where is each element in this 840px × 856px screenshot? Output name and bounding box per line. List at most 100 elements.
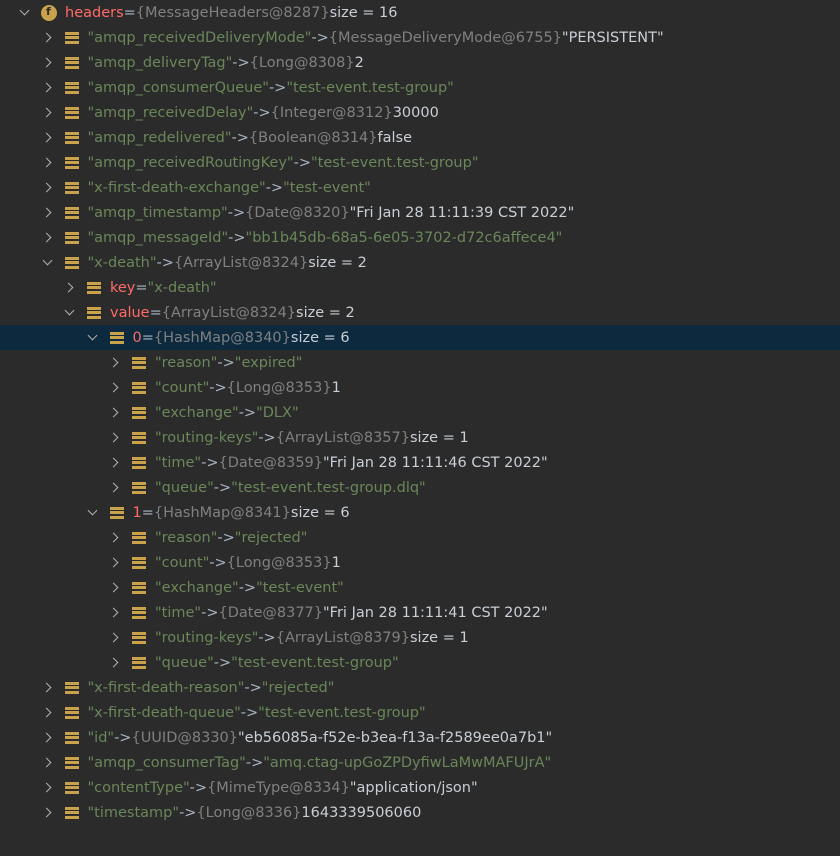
chevron-right-icon[interactable] <box>65 283 75 293</box>
tree-row[interactable]: headers = {MessageHeaders@8287} size = 1… <box>0 0 840 25</box>
chevron-right-icon[interactable] <box>110 533 120 543</box>
chevron-right-icon[interactable] <box>110 658 120 668</box>
entry-key: "x-first-death-reason" <box>87 679 245 696</box>
entry-key: "x-first-death-exchange" <box>87 179 266 196</box>
tree-row[interactable]: "count" -> {Long@8353} 1 <box>0 550 840 575</box>
entry-separator: -> <box>189 779 208 796</box>
chevron-right-icon[interactable] <box>43 108 53 118</box>
map-entry-icon <box>131 530 147 546</box>
chevron-right-icon[interactable] <box>110 458 120 468</box>
chevron-right-icon[interactable] <box>43 158 53 168</box>
map-entry-icon <box>109 505 125 521</box>
tree-row[interactable]: "exchange" -> "DLX" <box>0 400 840 425</box>
entry-separator: -> <box>201 604 219 621</box>
entry-type: {ArrayList@8379} <box>275 629 410 646</box>
chevron-down-icon[interactable] <box>20 8 30 18</box>
entry-type: {HashMap@8340} <box>153 329 291 346</box>
tree-row[interactable]: "count" -> {Long@8353} 1 <box>0 375 840 400</box>
tree-row[interactable]: "amqp_receivedRoutingKey" -> "test-event… <box>0 150 840 175</box>
chevron-right-icon[interactable] <box>110 608 120 618</box>
tree-row[interactable]: value = {ArrayList@8324} size = 2 <box>0 300 840 325</box>
map-entry-icon <box>86 280 102 296</box>
chevron-right-icon[interactable] <box>110 558 120 568</box>
tree-row[interactable]: 0 = {HashMap@8340} size = 6 <box>0 325 840 350</box>
entry-key: "amqp_consumerQueue" <box>87 79 269 96</box>
tree-row[interactable]: "x-death" -> {ArrayList@8324} size = 2 <box>0 250 840 275</box>
chevron-right-icon[interactable] <box>110 583 120 593</box>
map-entry-icon <box>131 605 147 621</box>
tree-row[interactable]: "amqp_messageId" -> "bb1b45db-68a5-6e05-… <box>0 225 840 250</box>
chevron-right-icon[interactable] <box>43 183 53 193</box>
tree-row[interactable]: "amqp_receivedDelay" -> {Integer@8312} 3… <box>0 100 840 125</box>
chevron-right-icon[interactable] <box>43 758 53 768</box>
tree-row[interactable]: "timestamp" -> {Long@8336} 1643339506060 <box>0 800 840 825</box>
entry-separator: -> <box>258 629 276 646</box>
chevron-right-icon[interactable] <box>43 208 53 218</box>
entry-type: {Long@8336} <box>196 804 302 821</box>
map-entry-icon <box>131 630 147 646</box>
tree-row[interactable]: "reason" -> "rejected" <box>0 525 840 550</box>
tree-row[interactable]: "routing-keys" -> {ArrayList@8379} size … <box>0 625 840 650</box>
entry-separator: -> <box>231 129 249 146</box>
chevron-right-icon[interactable] <box>43 733 53 743</box>
chevron-right-icon[interactable] <box>43 808 53 818</box>
tree-row[interactable]: "contentType" -> {MimeType@8334} "applic… <box>0 775 840 800</box>
tree-row[interactable]: "x-first-death-reason" -> "rejected" <box>0 675 840 700</box>
map-entry-icon <box>64 30 80 46</box>
chevron-right-icon[interactable] <box>110 383 120 393</box>
tree-row[interactable]: "time" -> {Date@8377} "Fri Jan 28 11:11:… <box>0 600 840 625</box>
tree-row[interactable]: "id" -> {UUID@8330} "eb56085a-f52e-b3ea-… <box>0 725 840 750</box>
chevron-right-icon[interactable] <box>43 708 53 718</box>
entry-key: "count" <box>155 554 210 571</box>
tree-row[interactable]: "routing-keys" -> {ArrayList@8357} size … <box>0 425 840 450</box>
entry-key: "amqp_timestamp" <box>87 204 228 221</box>
chevron-right-icon[interactable] <box>110 408 120 418</box>
entry-key: "amqp_redelivered" <box>87 129 232 146</box>
chevron-right-icon[interactable] <box>43 233 53 243</box>
tree-row[interactable]: 1 = {HashMap@8341} size = 6 <box>0 500 840 525</box>
tree-row[interactable]: key = "x-death" <box>0 275 840 300</box>
entry-key: "amqp_consumerTag" <box>87 754 246 771</box>
entry-value: false <box>377 129 413 146</box>
entry-value: "eb56085a-f52e-b3ea-f13a-f2589ee0a7b1" <box>238 729 553 746</box>
tree-row[interactable]: "queue" -> "test-event.test-group.dlq" <box>0 475 840 500</box>
entry-type: {HashMap@8341} <box>153 504 291 521</box>
chevron-right-icon[interactable] <box>43 133 53 143</box>
entry-key: value <box>110 304 150 321</box>
tree-row[interactable]: "exchange" -> "test-event" <box>0 575 840 600</box>
entry-key: "amqp_messageId" <box>87 229 229 246</box>
chevron-right-icon[interactable] <box>43 58 53 68</box>
entry-key: "exchange" <box>155 579 239 596</box>
tree-row[interactable]: "amqp_deliveryTag" -> {Long@8308} 2 <box>0 50 840 75</box>
chevron-right-icon[interactable] <box>110 358 120 368</box>
map-entry-icon <box>86 305 102 321</box>
chevron-right-icon[interactable] <box>43 33 53 43</box>
tree-row[interactable]: "time" -> {Date@8359} "Fri Jan 28 11:11:… <box>0 450 840 475</box>
chevron-right-icon[interactable] <box>43 83 53 93</box>
tree-row[interactable]: "reason" -> "expired" <box>0 350 840 375</box>
tree-row[interactable]: "amqp_consumerTag" -> "amq.ctag-upGoZPDy… <box>0 750 840 775</box>
map-entry-icon <box>64 80 80 96</box>
field-icon <box>41 4 57 21</box>
chevron-down-icon[interactable] <box>88 508 98 518</box>
tree-row[interactable]: "amqp_receivedDeliveryMode" -> {MessageD… <box>0 25 840 50</box>
chevron-down-icon[interactable] <box>43 258 53 268</box>
map-entry-icon <box>64 180 80 196</box>
chevron-right-icon[interactable] <box>43 783 53 793</box>
chevron-down-icon[interactable] <box>88 333 98 343</box>
tree-row[interactable]: "queue" -> "test-event.test-group" <box>0 650 840 675</box>
chevron-right-icon[interactable] <box>110 483 120 493</box>
entry-separator: = <box>123 4 136 21</box>
chevron-down-icon[interactable] <box>65 308 75 318</box>
entry-key: 1 <box>132 504 142 521</box>
tree-row[interactable]: "x-first-death-queue" -> "test-event.tes… <box>0 700 840 725</box>
tree-row[interactable]: "amqp_consumerQueue" -> "test-event.test… <box>0 75 840 100</box>
tree-row[interactable]: "amqp_redelivered" -> {Boolean@8314} fal… <box>0 125 840 150</box>
chevron-right-icon[interactable] <box>110 633 120 643</box>
map-entry-icon <box>131 580 147 596</box>
entry-value: 1 <box>331 379 341 396</box>
chevron-right-icon[interactable] <box>43 683 53 693</box>
tree-row[interactable]: "x-first-death-exchange" -> "test-event" <box>0 175 840 200</box>
chevron-right-icon[interactable] <box>110 433 120 443</box>
tree-row[interactable]: "amqp_timestamp" -> {Date@8320} "Fri Jan… <box>0 200 840 225</box>
